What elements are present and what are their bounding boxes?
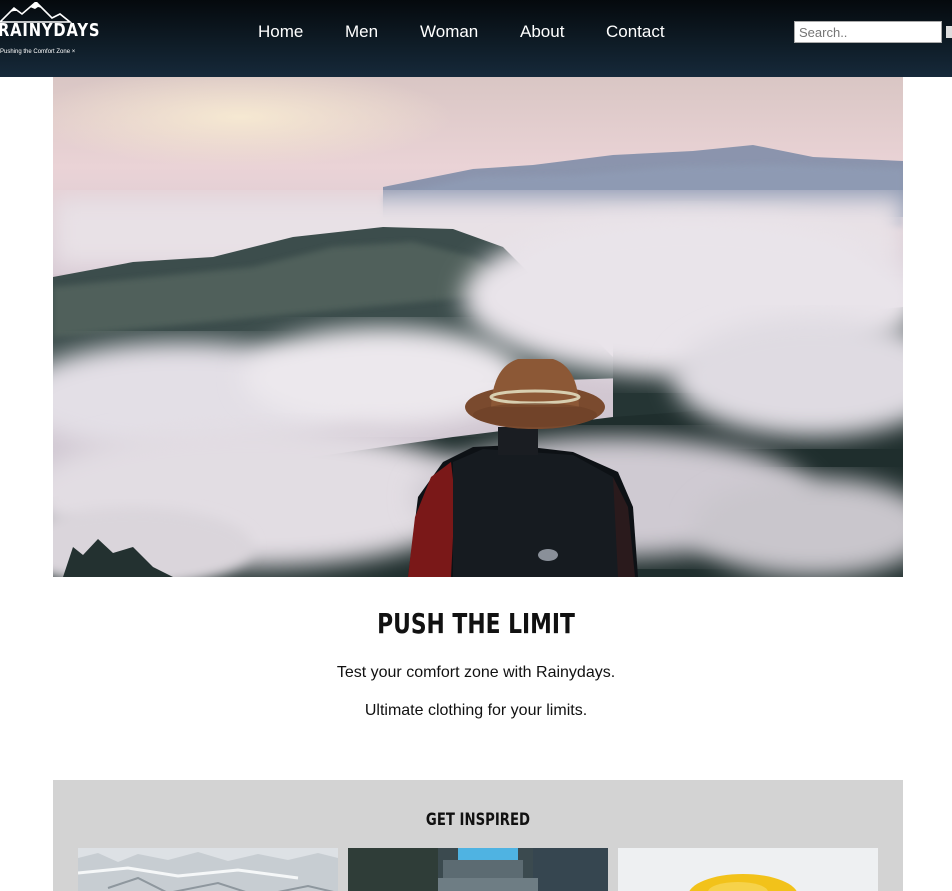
search-input[interactable] (794, 21, 942, 43)
hero-image (53, 77, 903, 577)
section-title: GET INSPIRED (425, 810, 531, 830)
inspired-image-2[interactable] (348, 848, 608, 891)
cart-icon[interactable] (946, 26, 952, 38)
inspired-image-1[interactable] (78, 848, 338, 891)
yellow-hood-image (618, 848, 878, 891)
logo-wordmark: RAINYDAYS (0, 20, 101, 41)
nav-about[interactable]: About (520, 22, 564, 42)
page-headline: PUSH THE LIMIT (377, 607, 575, 640)
site-header: RAINYDAYS Pushing the Comfort Zone × Hom… (0, 0, 952, 77)
nav-home[interactable]: Home (258, 22, 303, 42)
tagline-text-1: Test your comfort zone with Rainydays. (336, 664, 616, 681)
hiker-clouds-image (53, 77, 903, 577)
site-logo[interactable]: RAINYDAYS Pushing the Comfort Zone × (0, 0, 99, 70)
frost-image (78, 848, 338, 891)
water-image (348, 848, 608, 891)
nav-men[interactable]: Men (345, 22, 378, 42)
get-inspired-section: GET INSPIRED (53, 780, 903, 891)
inspired-image-3[interactable] (618, 848, 878, 891)
nav-woman[interactable]: Woman (420, 22, 478, 42)
nav-contact[interactable]: Contact (606, 22, 665, 42)
tagline-text-2: Ultimate clothing for your limits. (364, 702, 588, 719)
logo-tagline: Pushing the Comfort Zone × (0, 49, 76, 55)
